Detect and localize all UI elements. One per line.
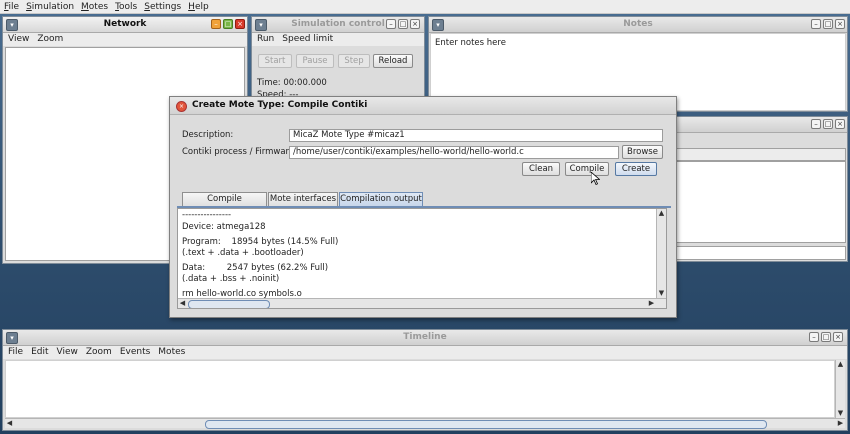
output-line: (.data + .bss + .noinit) — [182, 274, 280, 284]
menu-settings[interactable]: Settings — [140, 0, 184, 13]
network-menu-zoom[interactable]: Zoom — [32, 33, 66, 46]
create-button[interactable]: Create — [615, 162, 657, 176]
create-mote-type-dialog: × Create Mote Type: Compile Contiki Desc… — [169, 96, 677, 318]
scroll-down-icon[interactable]: ▼ — [657, 289, 666, 298]
scroll-left-icon[interactable]: ◀ — [178, 299, 187, 308]
step-button[interactable]: Step — [338, 54, 370, 68]
output-line: ---------------- — [182, 210, 232, 220]
mote-output-window: – □ × — [674, 116, 848, 262]
tab-compile-commands[interactable]: Compile commands — [182, 192, 267, 217]
close-icon[interactable]: × — [835, 19, 845, 29]
simulation-control-titlebar[interactable]: ▾ Simulation control – □ × — [252, 17, 424, 33]
pause-button[interactable]: Pause — [296, 54, 334, 68]
timeline-canvas[interactable] — [5, 360, 835, 418]
scroll-right-icon[interactable]: ▶ — [836, 419, 845, 428]
mouse-cursor-icon — [590, 171, 601, 188]
scroll-up-icon[interactable]: ▲ — [836, 360, 845, 369]
notes-titlebar[interactable]: ▾ Notes – □ × — [429, 17, 847, 33]
output-line: Program: 18954 bytes (14.5% Full) — [182, 237, 339, 247]
notes-placeholder: Enter notes here — [435, 38, 506, 48]
timeline-titlebar[interactable]: ▾ Timeline – □ × — [3, 330, 847, 346]
scroll-up-icon[interactable]: ▲ — [657, 209, 666, 218]
maximize-icon[interactable]: □ — [823, 119, 833, 129]
compile-button[interactable]: Compile — [565, 162, 609, 176]
timeline-menu-events[interactable]: Events — [115, 346, 153, 359]
timeline-menu-edit[interactable]: Edit — [26, 346, 51, 359]
description-field[interactable]: MicaZ Mote Type #micaz1 — [289, 129, 663, 142]
menu-motes[interactable]: Motes — [77, 0, 111, 13]
output-vertical-scrollbar[interactable]: ▲ ▼ — [656, 209, 666, 298]
output-line: Data: 2547 bytes (62.2% Full) — [182, 263, 329, 273]
timeline-menu-file[interactable]: File — [3, 346, 26, 359]
close-icon[interactable]: × — [176, 101, 187, 112]
simulation-control-menu: Run Speed limit — [252, 33, 424, 46]
timeline-window: ▾ Timeline – □ × File Edit View Zoom Events M… — [2, 329, 848, 431]
mote-output-titlebar[interactable]: – □ × — [675, 117, 847, 133]
maximize-icon[interactable]: □ — [823, 19, 833, 29]
start-button[interactable]: Start — [258, 54, 292, 68]
minimize-icon[interactable]: – — [211, 19, 221, 29]
timeline-title: Timeline — [403, 332, 447, 342]
sim-menu-run[interactable]: Run — [252, 33, 277, 46]
reload-button[interactable]: Reload — [373, 54, 413, 68]
menu-simulation[interactable]: Simulation — [22, 0, 77, 13]
output-scroll-thumb[interactable] — [188, 300, 270, 308]
sim-menu-speed-limit[interactable]: Speed limit — [277, 33, 336, 46]
firmware-label: Contiki process / Firmware: — [182, 147, 297, 157]
firmware-path-field[interactable]: /home/user/contiki/examples/hello-world/… — [289, 146, 619, 159]
minimize-icon[interactable]: – — [811, 19, 821, 29]
scroll-right-icon[interactable]: ▶ — [647, 299, 656, 308]
app-menu-bar: File Simulation Motes Tools Settings Help — [0, 0, 850, 14]
tab-compilation-output[interactable]: Compilation output — [339, 192, 423, 206]
maximize-icon[interactable]: □ — [398, 19, 408, 29]
clean-button[interactable]: Clean — [522, 162, 560, 176]
output-line: Device: atmega128 — [182, 222, 266, 232]
description-label: Description: — [182, 130, 234, 140]
timeline-menu: File Edit View Zoom Events Motes — [3, 346, 847, 359]
simulation-time: Time: 00:00.000 — [257, 78, 327, 88]
mote-output-table-header — [676, 148, 846, 161]
mote-output-filter-field[interactable] — [676, 246, 846, 260]
maximize-icon[interactable]: □ — [223, 19, 233, 29]
timeline-scroll-thumb[interactable] — [205, 420, 767, 429]
scroll-left-icon[interactable]: ◀ — [5, 419, 14, 428]
scroll-down-icon[interactable]: ▼ — [836, 409, 845, 418]
tab-mote-interfaces[interactable]: Mote interfaces — [268, 192, 338, 206]
minimize-icon[interactable]: – — [811, 119, 821, 129]
close-icon[interactable]: × — [833, 332, 843, 342]
network-menu: View Zoom — [3, 33, 247, 46]
minimize-icon[interactable]: – — [386, 19, 396, 29]
compilation-output-area[interactable]: ---------------- Device: atmega128 Progr… — [177, 208, 667, 309]
close-icon[interactable]: × — [410, 19, 420, 29]
simulation-control-window: ▾ Simulation control – □ × Run Speed limi… — [251, 16, 425, 100]
network-titlebar[interactable]: ▾ Network – □ × — [3, 17, 247, 33]
output-line: (.text + .data + .bootloader) — [182, 248, 304, 258]
timeline-menu-view[interactable]: View — [52, 346, 81, 359]
menu-tools[interactable]: Tools — [111, 0, 140, 13]
notes-title: Notes — [623, 19, 653, 29]
timeline-menu-zoom[interactable]: Zoom — [81, 346, 115, 359]
dialog-titlebar[interactable]: × Create Mote Type: Compile Contiki — [170, 97, 676, 115]
timeline-horizontal-scrollbar[interactable]: ◀ ▶ — [5, 418, 845, 429]
output-horizontal-scrollbar[interactable]: ◀ ▶ — [178, 298, 666, 308]
browse-button[interactable]: Browse — [622, 145, 663, 159]
menu-help[interactable]: Help — [184, 0, 212, 13]
close-icon[interactable]: × — [835, 119, 845, 129]
menu-file[interactable]: File — [0, 0, 22, 13]
maximize-icon[interactable]: □ — [821, 332, 831, 342]
close-icon[interactable]: × — [235, 19, 245, 29]
dialog-title: Create Mote Type: Compile Contiki — [192, 100, 368, 110]
timeline-vertical-scrollbar[interactable]: ▲ ▼ — [835, 360, 845, 418]
network-menu-view[interactable]: View — [3, 33, 32, 46]
timeline-menu-motes[interactable]: Motes — [153, 346, 188, 359]
minimize-icon[interactable]: – — [809, 332, 819, 342]
mote-output-table[interactable] — [676, 161, 846, 243]
